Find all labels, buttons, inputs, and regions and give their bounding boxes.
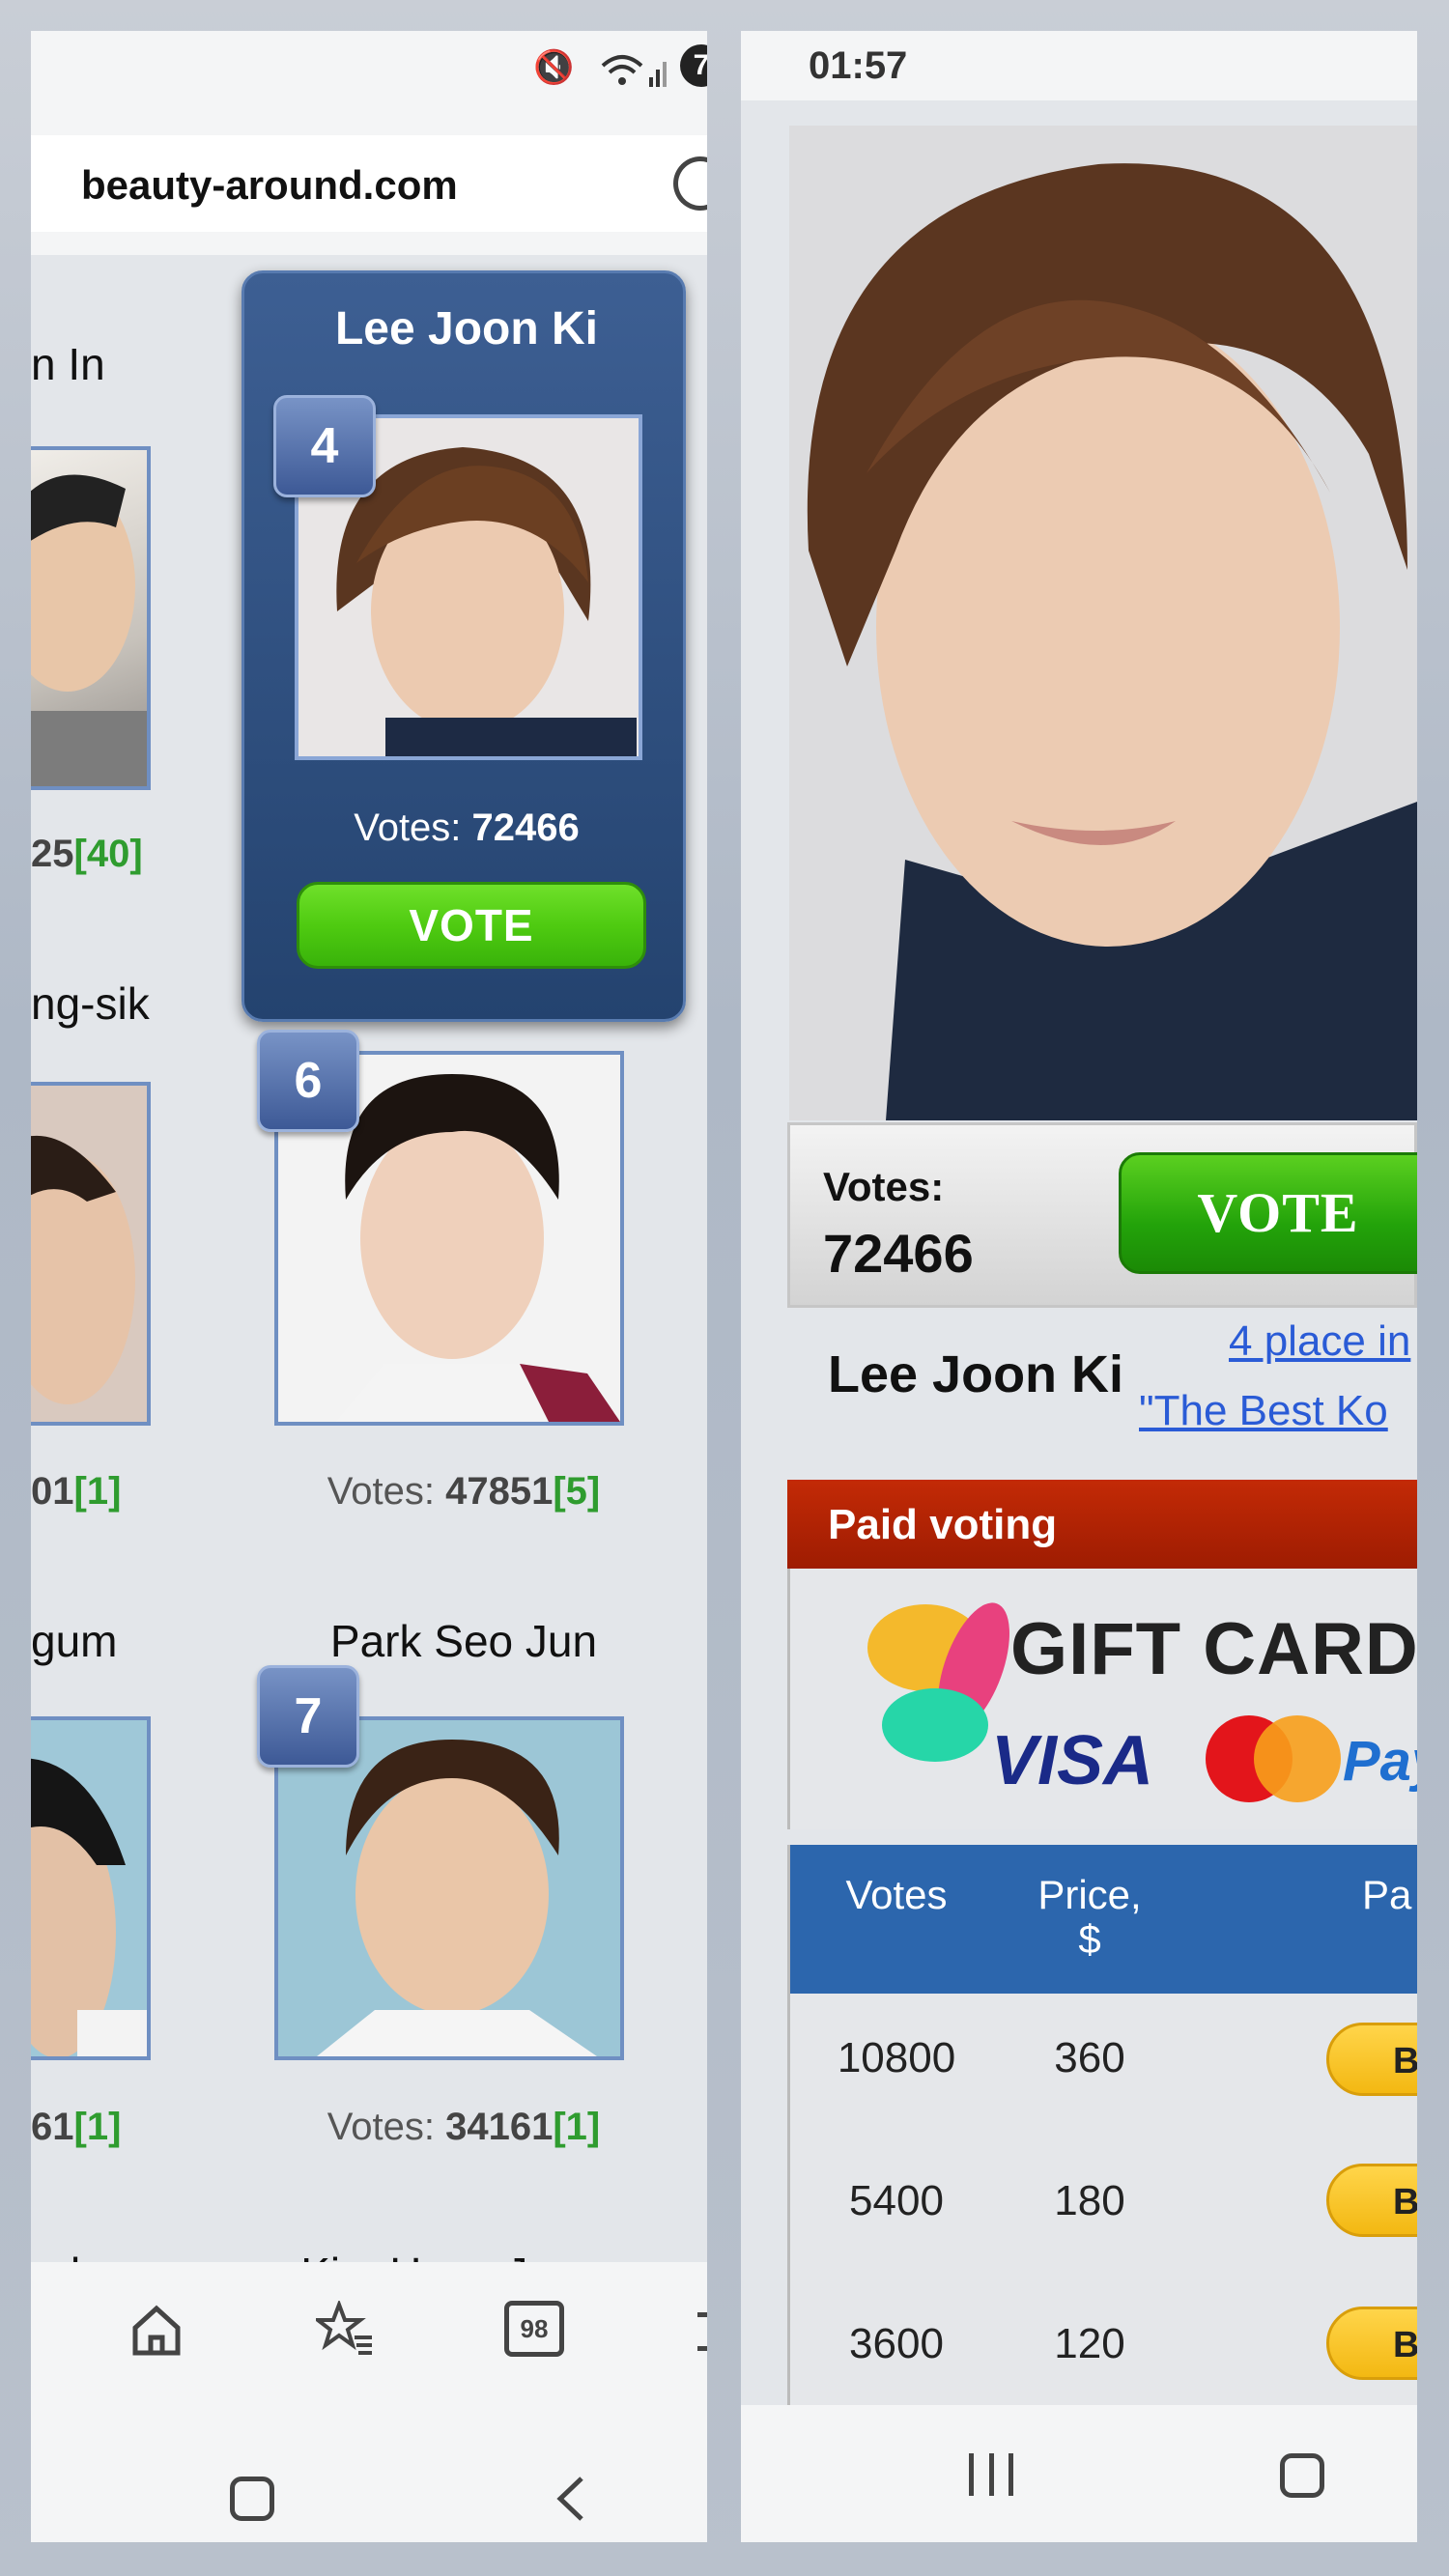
status-bar: 01:57 bbox=[741, 31, 1417, 100]
vote-count: 01[1] bbox=[31, 1470, 122, 1513]
system-navbar bbox=[741, 2405, 1417, 2542]
url-text: beauty-around.com bbox=[81, 162, 458, 208]
home-icon[interactable] bbox=[128, 2301, 185, 2359]
vote-count: 25[40] bbox=[31, 833, 143, 875]
portrait-image bbox=[789, 126, 1417, 1120]
contestant-large-photo bbox=[789, 126, 1417, 1120]
wifi-signal-icon bbox=[601, 55, 667, 87]
vote-button[interactable]: VOTE bbox=[1119, 1152, 1417, 1274]
portrait-image bbox=[317, 1740, 597, 2056]
featured-name[interactable]: Lee Joon Ki bbox=[244, 302, 689, 355]
card-name[interactable]: n In bbox=[31, 338, 105, 390]
menu-icon[interactable] bbox=[697, 2312, 707, 2351]
header-pay: Pa bbox=[1362, 1872, 1412, 1917]
paid-voting-header: Paid voting bbox=[787, 1480, 1417, 1569]
rank-badge: 4 bbox=[273, 395, 376, 497]
tabs-icon[interactable]: 98 bbox=[504, 2301, 564, 2357]
bookmarks-icon[interactable] bbox=[316, 2301, 374, 2359]
paypal-logo: PayPal bbox=[1343, 1730, 1417, 1793]
system-back-icon[interactable] bbox=[553, 2475, 591, 2523]
payment-methods: GIFT CARDS VISA PayPal bbox=[787, 1569, 1417, 1829]
buy-button[interactable]: Buy bbox=[1326, 2164, 1417, 2237]
row-votes: 3600 bbox=[849, 2320, 944, 2367]
table-header: Votes Price, $ Pa bbox=[790, 1845, 1417, 1994]
vote-count: Votes: 47851[5] bbox=[327, 1470, 601, 1513]
buy-button[interactable]: Buy bbox=[1326, 2023, 1417, 2096]
place-link[interactable]: 4 place in bbox=[1229, 1317, 1410, 1366]
mastercard-logo-circle bbox=[1254, 1715, 1341, 1802]
recents-icon[interactable] bbox=[969, 2453, 1013, 2496]
clock: 01:57 bbox=[809, 44, 908, 87]
vote-count: 61[1] bbox=[31, 2106, 122, 2148]
rank-badge: 7 bbox=[257, 1665, 359, 1768]
card-name[interactable]: ng-sik bbox=[31, 977, 150, 1030]
vote-button[interactable]: VOTE bbox=[297, 882, 646, 969]
contestant-photo[interactable] bbox=[274, 1716, 624, 2060]
visa-logo: VISA bbox=[991, 1722, 1154, 1799]
row-price: 180 bbox=[1054, 2177, 1125, 2224]
vote-count: 72466 bbox=[823, 1223, 974, 1284]
status-icons: 🔇 bbox=[533, 48, 580, 87]
row-votes: 10800 bbox=[837, 2034, 956, 2081]
contestant-photo[interactable] bbox=[31, 1716, 151, 2060]
contestant-name: Lee Joon Ki bbox=[828, 1345, 1124, 1403]
card-name[interactable]: Park Seo Jun bbox=[242, 1615, 686, 1667]
row-price: 120 bbox=[1054, 2320, 1125, 2367]
portrait-image bbox=[31, 1135, 135, 1404]
card-name[interactable]: gum bbox=[31, 1615, 117, 1667]
left-screen: 🔇 7 beauty-around.com n In 25[40] ng-sik bbox=[31, 31, 707, 2542]
reload-icon[interactable] bbox=[673, 156, 707, 211]
ranking-link[interactable]: "The Best Ko bbox=[1139, 1387, 1388, 1435]
browser-navbar: 98 bbox=[31, 2262, 707, 2542]
votes-label: Votes: bbox=[823, 1164, 945, 1209]
address-bar[interactable]: beauty-around.com bbox=[31, 114, 707, 255]
url-field[interactable]: beauty-around.com bbox=[31, 135, 707, 232]
vote-count: Votes: 34161[1] bbox=[327, 2106, 601, 2148]
featured-card: Lee Joon Ki 4 Votes: 72466 VOTE bbox=[242, 270, 686, 1022]
contestant-photo[interactable] bbox=[31, 1082, 151, 1426]
vote-count: Votes: 72466 bbox=[354, 807, 580, 849]
row-votes: 5400 bbox=[849, 2177, 944, 2224]
header-currency: $ bbox=[1078, 1916, 1101, 1962]
portrait-image bbox=[31, 474, 147, 786]
portrait-image bbox=[31, 1758, 147, 2056]
header-votes: Votes bbox=[845, 1872, 948, 1917]
mute-icon: 🔇 bbox=[533, 49, 581, 86]
gift-cards-text: GIFT CARDS bbox=[1010, 1608, 1417, 1690]
buy-button[interactable]: Buy bbox=[1326, 2307, 1417, 2380]
header-price: Price, bbox=[1037, 1872, 1142, 1917]
system-home-icon[interactable] bbox=[230, 2477, 274, 2521]
vote-panel: Votes: 72466 VOTE bbox=[787, 1122, 1417, 1308]
system-home-icon[interactable] bbox=[1280, 2453, 1324, 2498]
status-bar: 🔇 7 bbox=[31, 31, 707, 114]
row-price: 360 bbox=[1054, 2034, 1125, 2081]
rank-badge: 6 bbox=[257, 1030, 359, 1132]
tab-count: 98 bbox=[520, 2314, 549, 2343]
notification-badge: 7 bbox=[680, 44, 707, 87]
right-screen: 01:57 Votes: 72466 VOTE Lee Joon Ki 4 pl… bbox=[741, 31, 1417, 2542]
contestant-photo[interactable] bbox=[31, 446, 151, 790]
